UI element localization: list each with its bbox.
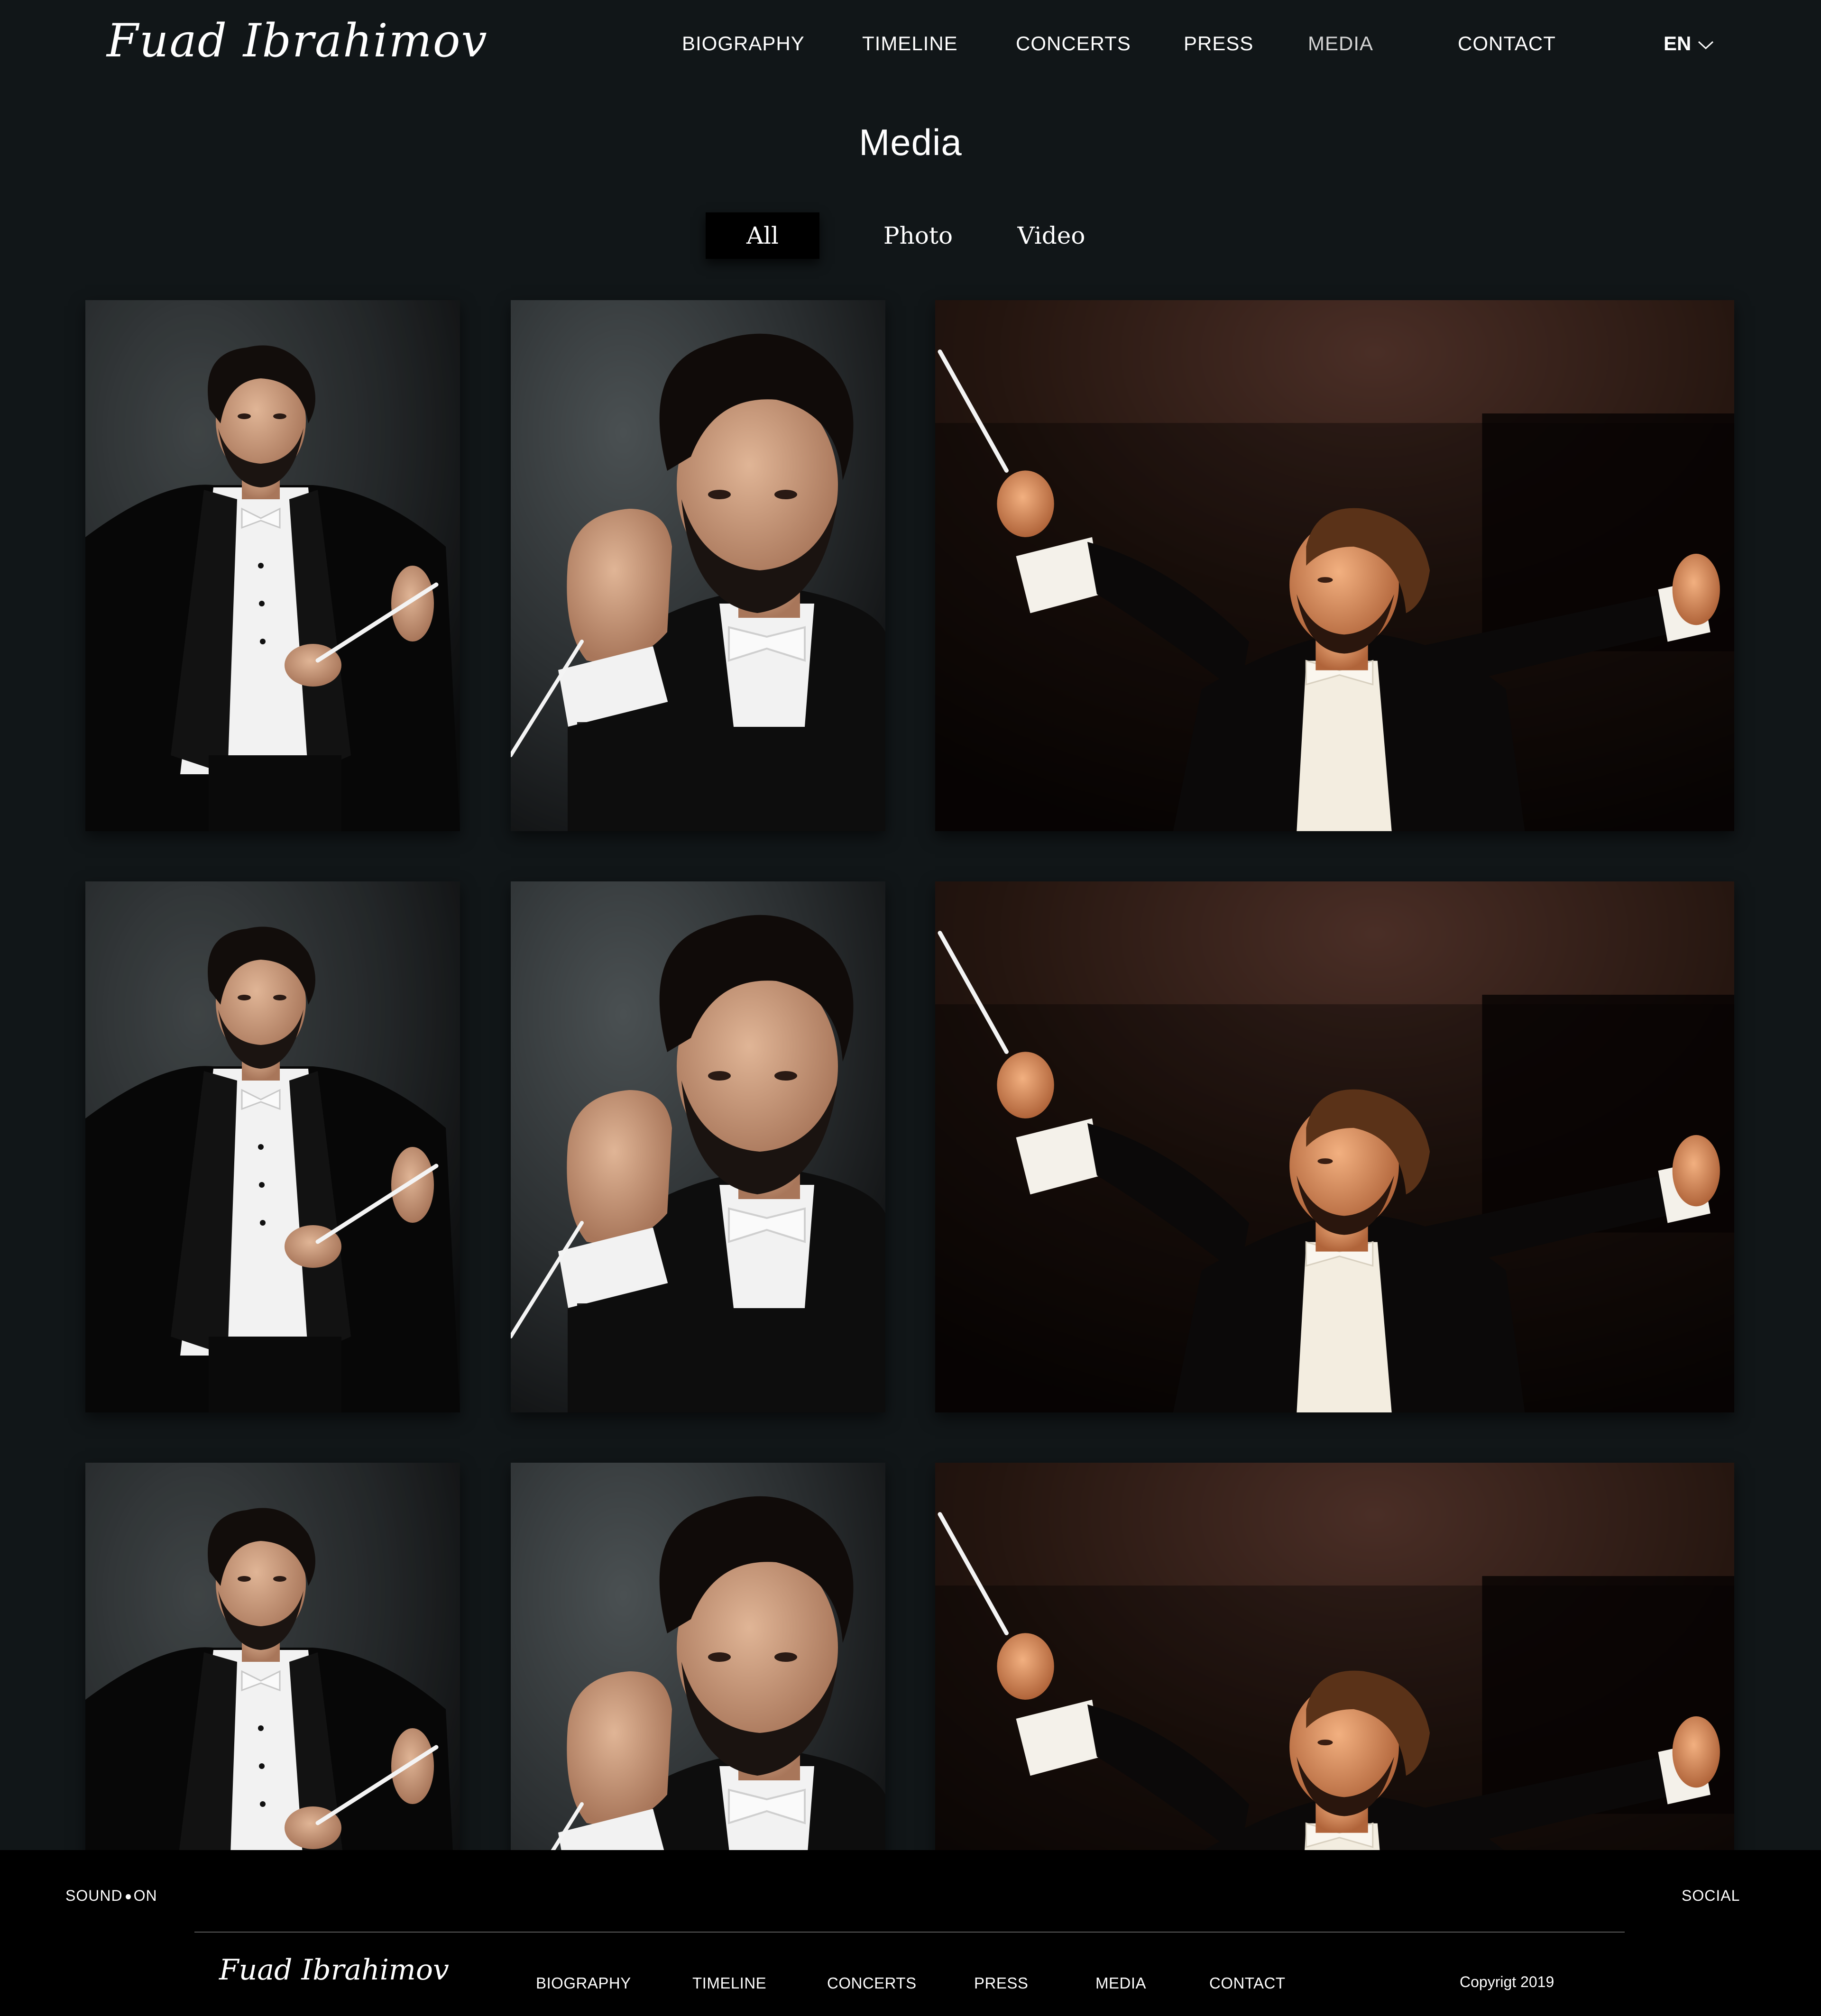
gallery-photo-image	[85, 881, 460, 1412]
sound-label: SOUND	[65, 1887, 123, 1904]
media-filter-tabs: All Photo Video	[0, 212, 1821, 259]
nav-press[interactable]: PRESS	[1184, 32, 1253, 55]
sound-state: ON	[133, 1887, 157, 1904]
nav-contact[interactable]: CONTACT	[1458, 32, 1556, 55]
gallery-photo[interactable]	[85, 1463, 460, 1850]
tab-photo[interactable]: Photo	[866, 212, 970, 259]
chevron-down-icon	[1698, 41, 1714, 49]
footer-nav-timeline[interactable]: TIMELINE	[692, 1974, 766, 1992]
language-selector[interactable]: EN	[1664, 32, 1714, 55]
gallery-photo[interactable]	[935, 1463, 1734, 1850]
nav-biography[interactable]: BIOGRAPHY	[682, 32, 805, 55]
footer-nav-media[interactable]: MEDIA	[1095, 1974, 1146, 1992]
site-footer: SOUND ON SOCIAL Fuad Ibrahimov BIOGRAPHY …	[0, 1850, 1821, 2016]
gallery-photo-image	[935, 300, 1734, 831]
footer-nav-biography[interactable]: BIOGRAPHY	[536, 1974, 631, 1992]
gallery-photo[interactable]	[85, 881, 460, 1412]
gallery-photo-image	[511, 300, 885, 831]
nav-media[interactable]: MEDIA	[1308, 32, 1373, 55]
gallery-photo-image	[935, 881, 1734, 1412]
gallery-photo[interactable]	[511, 1463, 885, 1850]
footer-nav-press[interactable]: PRESS	[974, 1974, 1028, 1992]
gallery-photo[interactable]	[511, 300, 885, 831]
social-link[interactable]: SOCIAL	[1682, 1887, 1740, 1905]
site-header: Fuad Ibrahimov BIOGRAPHY TIMELINE CONCER…	[0, 0, 1821, 90]
sound-toggle[interactable]: SOUND ON	[65, 1887, 157, 1905]
footer-logo[interactable]: Fuad Ibrahimov	[219, 1953, 449, 1987]
gallery-photo[interactable]	[935, 881, 1734, 1412]
dot-separator	[125, 1894, 131, 1900]
tab-all[interactable]: All	[706, 212, 819, 259]
media-gallery	[0, 0, 1821, 1850]
gallery-photo-image	[85, 1463, 460, 1850]
language-label: EN	[1664, 32, 1692, 55]
copyright: Copyrigt 2019	[1460, 1973, 1554, 1990]
footer-nav-concerts[interactable]: CONCERTS	[827, 1974, 917, 1992]
footer-nav-contact[interactable]: CONTACT	[1209, 1974, 1286, 1992]
gallery-photo-image	[511, 1463, 885, 1850]
nav-concerts[interactable]: CONCERTS	[1016, 32, 1131, 55]
tab-video[interactable]: Video	[1002, 212, 1101, 259]
main-nav: BIOGRAPHY TIMELINE CONCERTS PRESS MEDIA …	[0, 32, 1821, 61]
gallery-photo-image	[511, 881, 885, 1412]
gallery-photo[interactable]	[935, 300, 1734, 831]
gallery-photo-image	[85, 300, 460, 831]
gallery-photo[interactable]	[511, 881, 885, 1412]
page-title: Media	[859, 121, 962, 163]
gallery-photo-image	[935, 1463, 1734, 1850]
nav-timeline[interactable]: TIMELINE	[862, 32, 958, 55]
footer-divider	[194, 1932, 1625, 1933]
gallery-photo[interactable]	[85, 300, 460, 831]
